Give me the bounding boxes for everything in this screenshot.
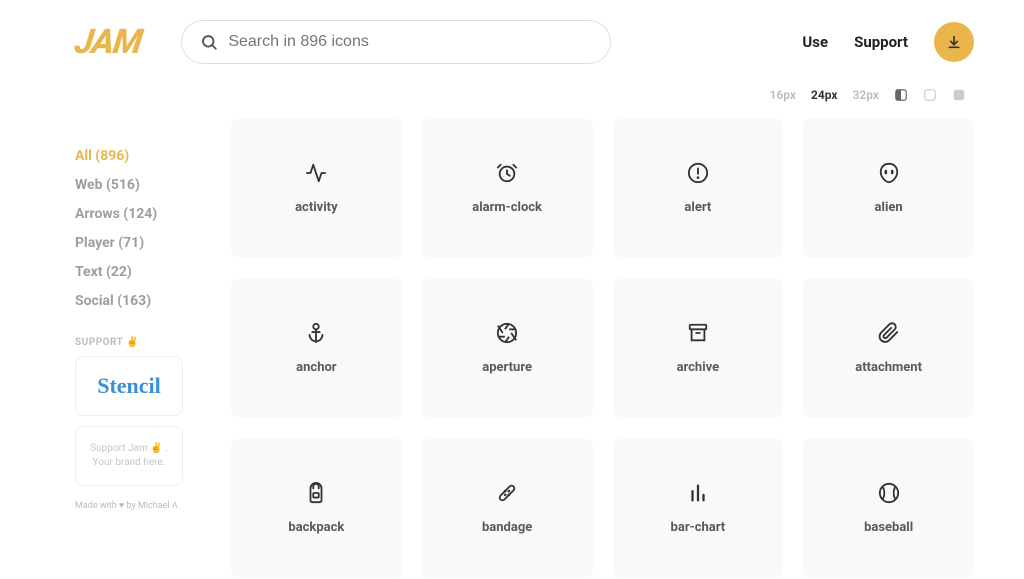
- icon-label: backpack: [288, 520, 344, 535]
- icon-card-alert[interactable]: alert: [613, 118, 784, 258]
- icon-card-anchor[interactable]: anchor: [231, 278, 402, 418]
- sidebar-category[interactable]: Social (163): [75, 293, 225, 309]
- search-icon: [200, 33, 218, 51]
- icon-card-bandage[interactable]: bandage: [422, 438, 593, 578]
- sidebar: All (896) Web (516) Arrows (124) Player (71…: [75, 76, 225, 578]
- icon-label: activity: [295, 200, 338, 215]
- icon-card-attachment[interactable]: attachment: [803, 278, 974, 418]
- backpack-icon: [305, 482, 327, 504]
- main: 16px 24px 32px activityalarm-clockalerta…: [225, 76, 974, 578]
- sidebar-category[interactable]: All (896): [75, 148, 225, 164]
- support-label: SUPPORT ✌️: [75, 337, 225, 348]
- icon-card-alarm-clock[interactable]: alarm-clock: [422, 118, 593, 258]
- icon-label: baseball: [864, 520, 913, 535]
- anchor-icon: [305, 322, 327, 344]
- download-icon: [946, 34, 962, 50]
- icon-label: bar-chart: [671, 520, 726, 535]
- attachment-icon: [878, 322, 900, 344]
- size-24[interactable]: 24px: [811, 88, 838, 102]
- icon-grid: activity alarm-clock alert alien anchor apert…: [231, 118, 974, 578]
- alert-icon: [687, 162, 709, 184]
- icon-card-archive[interactable]: archive: [613, 278, 784, 418]
- icon-label: alien: [875, 200, 903, 215]
- icon-card-activity[interactable]: activity: [231, 118, 402, 258]
- sidebar-category[interactable]: Text (22): [75, 264, 225, 280]
- icon-label: attachment: [855, 360, 922, 375]
- logo[interactable]: JAM: [72, 22, 144, 62]
- aperture-icon: [496, 322, 518, 344]
- toolbar: 16px 24px 32px: [231, 76, 974, 114]
- icon-card-baseball[interactable]: baseball: [803, 438, 974, 578]
- icon-label: aperture: [482, 360, 532, 375]
- icon-label: anchor: [296, 360, 336, 375]
- icon-label: bandage: [482, 520, 532, 535]
- credit: Made with ♥ by Michael A: [75, 500, 225, 511]
- bar-chart-icon: [687, 482, 709, 504]
- header: JAM Use Support: [0, 0, 1024, 76]
- style-half-icon[interactable]: [894, 88, 908, 102]
- stencil-logo: Stencil: [97, 373, 161, 399]
- nav-use[interactable]: Use: [802, 33, 828, 51]
- size-32[interactable]: 32px: [853, 88, 879, 102]
- alien-icon: [878, 162, 900, 184]
- sponsor-placeholder[interactable]: Support Jam ✌️ . Your brand here.: [75, 426, 183, 486]
- icon-card-backpack[interactable]: backpack: [231, 438, 402, 578]
- style-outline-icon[interactable]: [923, 88, 937, 102]
- download-button[interactable]: [934, 22, 974, 62]
- sponsor-text: Support Jam ✌️ . Your brand here.: [76, 434, 182, 478]
- sidebar-category[interactable]: Player (71): [75, 235, 225, 251]
- bandage-icon: [496, 482, 518, 504]
- header-nav: Use Support: [802, 22, 974, 62]
- style-filled-icon[interactable]: [952, 88, 966, 102]
- icon-label: archive: [677, 360, 720, 375]
- search-input[interactable]: [228, 33, 592, 51]
- baseball-icon: [878, 482, 900, 504]
- sidebar-category[interactable]: Arrows (124): [75, 206, 225, 222]
- archive-icon: [687, 322, 709, 344]
- activity-icon: [305, 162, 327, 184]
- icon-card-bar-chart[interactable]: bar-chart: [613, 438, 784, 578]
- sponsor-stencil[interactable]: Stencil: [75, 356, 183, 416]
- sidebar-category[interactable]: Web (516): [75, 177, 225, 193]
- size-16[interactable]: 16px: [770, 88, 796, 102]
- nav-support[interactable]: Support: [854, 33, 908, 51]
- icon-card-aperture[interactable]: aperture: [422, 278, 593, 418]
- alarm-clock-icon: [496, 162, 518, 184]
- icon-label: alert: [684, 200, 711, 215]
- search-box[interactable]: [181, 20, 611, 64]
- icon-card-alien[interactable]: alien: [803, 118, 974, 258]
- icon-label: alarm-clock: [472, 200, 542, 215]
